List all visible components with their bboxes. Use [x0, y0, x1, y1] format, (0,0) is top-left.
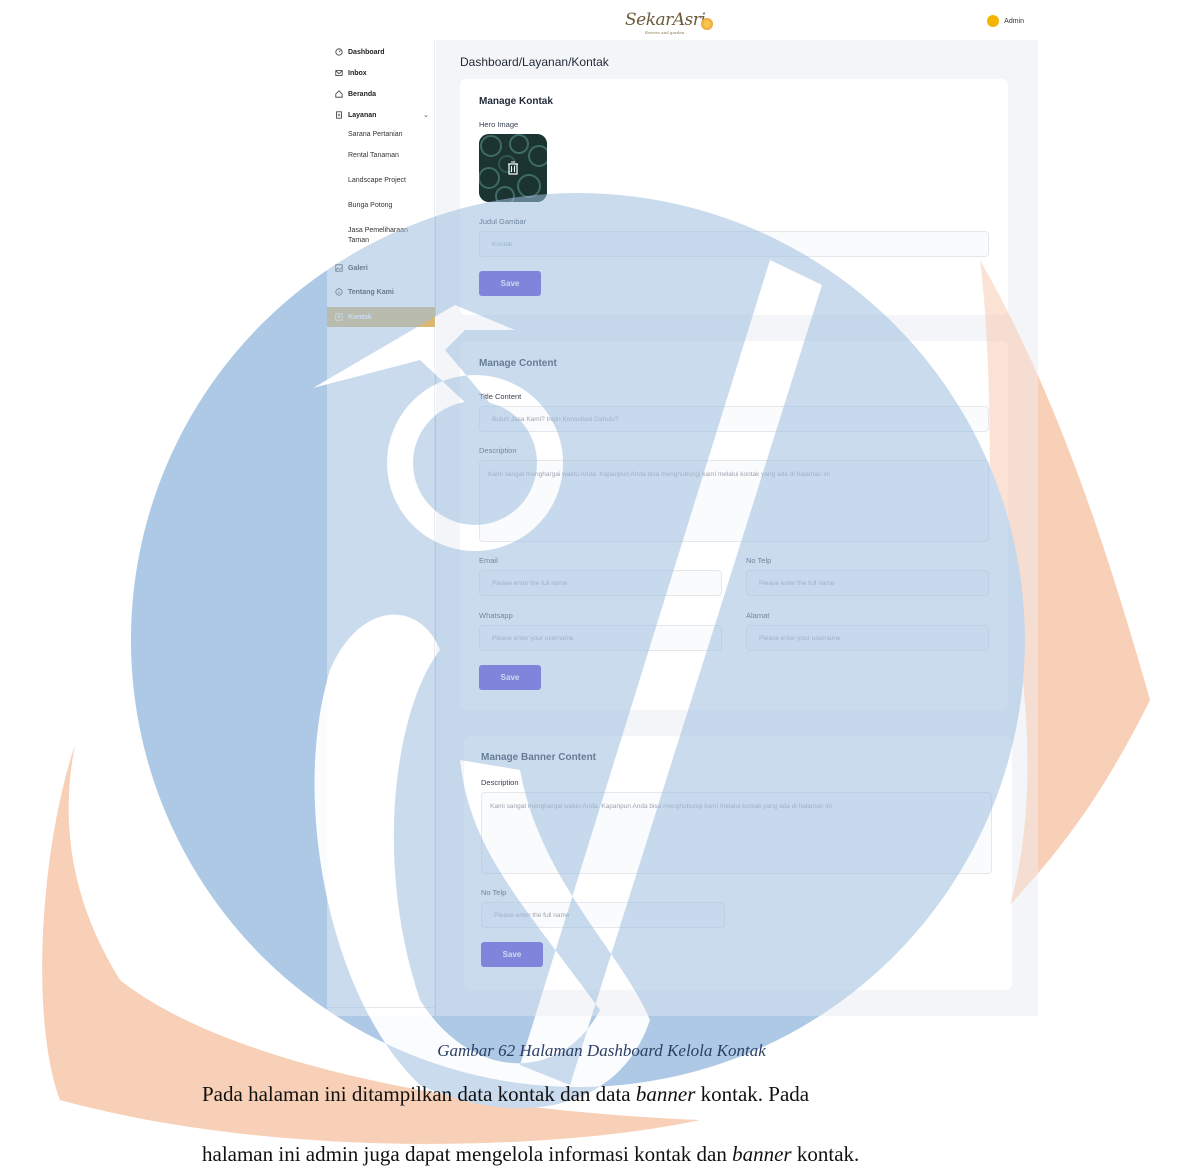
sidebar-item-label: Beranda — [348, 90, 377, 98]
save-button[interactable]: Save — [479, 665, 541, 690]
judul-gambar-input[interactable]: Kontak — [479, 231, 989, 257]
body-paragraph-line-1: Pada halaman ini ditampilkan data kontak… — [202, 1082, 1203, 1107]
logo-tagline: flowers and garden — [645, 30, 685, 35]
top-bar: SekarAsri flowers and garden Admin — [327, 0, 1038, 40]
sidebar-item-dashboard[interactable]: Dashboard — [335, 48, 385, 56]
banner-no-telp-label: No Telp — [481, 888, 507, 897]
sidebar-subitem-jasa[interactable]: Jasa Pemeliharaan Taman — [348, 226, 428, 246]
card-title: Manage Banner Content — [481, 752, 597, 763]
banner-description-textarea[interactable]: Kami sangat menghargai waktu Anda. Kapan… — [481, 792, 992, 874]
flower-icon — [701, 18, 713, 30]
sidebar-item-layanan[interactable]: Layanan — [335, 111, 376, 119]
card-title: Manage Kontak — [479, 96, 553, 107]
home-icon — [335, 90, 343, 98]
sidebar-item-label: Inbox — [348, 69, 367, 77]
description-label: Description — [479, 446, 517, 455]
contact-icon — [335, 313, 343, 321]
manage-kontak-card: Manage Kontak Hero Image Judul Gambar Ko… — [460, 79, 1008, 315]
description-textarea[interactable]: Kami sangat menghargai waktu Anda. Kapan… — [479, 460, 989, 542]
no-telp-label: No Telp — [746, 556, 772, 565]
text-italic: banner — [732, 1142, 792, 1166]
user-menu[interactable]: Admin — [987, 15, 1024, 27]
sidebar-item-galeri[interactable]: Galeri — [335, 264, 368, 272]
banner-description-label: Description — [481, 778, 519, 787]
whatsapp-label: Whatsapp — [479, 611, 513, 620]
chevron-down-icon[interactable]: ⌄ — [423, 111, 429, 119]
save-button[interactable]: Save — [481, 942, 543, 967]
divider — [327, 1007, 435, 1008]
judul-gambar-label: Judul Gambar — [479, 217, 527, 226]
sidebar-subitem-sarana[interactable]: Sarana Pertanian — [348, 130, 428, 140]
text: kontak. — [791, 1142, 860, 1166]
sidebar-item-beranda[interactable]: Beranda — [335, 90, 376, 98]
hero-image-label: Hero Image — [479, 120, 519, 129]
email-label: Email — [479, 556, 498, 565]
logo-text: SekarAsri — [625, 10, 706, 30]
app-window: SekarAsri flowers and garden Admin Dashb… — [327, 0, 1038, 1016]
manage-banner-card: Manage Banner Content Description Kami s… — [464, 736, 1012, 990]
no-telp-field[interactable]: Please enter the full name — [746, 570, 989, 596]
sidebar-item-label: Kontak — [348, 313, 372, 321]
alamat-label: Alamat — [746, 611, 770, 620]
email-field[interactable]: Please enter the full name — [479, 570, 722, 596]
dashboard-icon — [335, 48, 343, 56]
sidebar-item-kontak[interactable]: Kontak — [327, 307, 435, 327]
sidebar: Dashboard Inbox Beranda Layanan ⌄ Sarana… — [327, 40, 435, 1016]
text: halaman ini admin juga dapat mengelola i… — [202, 1142, 733, 1166]
document-icon — [336, 111, 342, 119]
banner-no-telp-field[interactable]: Please enter the full name — [481, 902, 725, 928]
info-icon — [335, 288, 343, 296]
sidebar-item-label: Galeri — [348, 264, 368, 272]
figure-caption: Gambar 62 Halaman Dashboard Kelola Konta… — [437, 1041, 766, 1060]
sidebar-item-label: Tentang Kami — [348, 288, 394, 296]
breadcrumb: Dashboard/Layanan/Kontak — [460, 55, 609, 69]
text-italic: banner — [635, 1082, 696, 1106]
whatsapp-field[interactable]: Please enter your username — [479, 625, 722, 651]
main-content: Dashboard/Layanan/Kontak Manage Kontak H… — [436, 40, 1038, 1016]
image-icon — [335, 264, 343, 272]
sidebar-subitem-rental[interactable]: Rental Tanaman — [348, 151, 428, 161]
sidebar-item-inbox[interactable]: Inbox — [335, 69, 367, 77]
save-button[interactable]: Save — [479, 271, 541, 296]
trash-icon[interactable] — [507, 161, 519, 175]
sidebar-subitem-landscape[interactable]: Landscape Project — [348, 176, 428, 186]
sidebar-item-label: Dashboard — [348, 48, 385, 56]
text: Pada halaman ini ditampilkan data kontak… — [202, 1082, 636, 1106]
title-content-label: Title Content — [479, 392, 522, 401]
body-paragraph-line-2: halaman ini admin juga dapat mengelola i… — [202, 1142, 1203, 1167]
sidebar-subitem-bunga[interactable]: Bunga Potong — [348, 201, 428, 211]
text: kontak. Pada — [695, 1082, 810, 1106]
sidebar-item-tentang[interactable]: Tentang Kami — [335, 288, 394, 296]
title-content-input[interactable]: Butuh Jasa Kami? Ingin Konsultasi Dahulu… — [479, 406, 989, 432]
manage-content-card: Manage Content Title Content Butuh Jasa … — [460, 341, 1008, 710]
avatar — [987, 15, 1000, 27]
mail-icon — [335, 70, 343, 76]
sidebar-item-label: Layanan — [348, 111, 377, 119]
user-name: Admin — [1004, 17, 1024, 25]
card-title: Manage Content — [479, 358, 557, 369]
hero-image[interactable] — [479, 134, 547, 202]
alamat-field[interactable]: Please enter your username — [746, 625, 989, 651]
brand-logo[interactable]: SekarAsri flowers and garden — [619, 4, 719, 38]
